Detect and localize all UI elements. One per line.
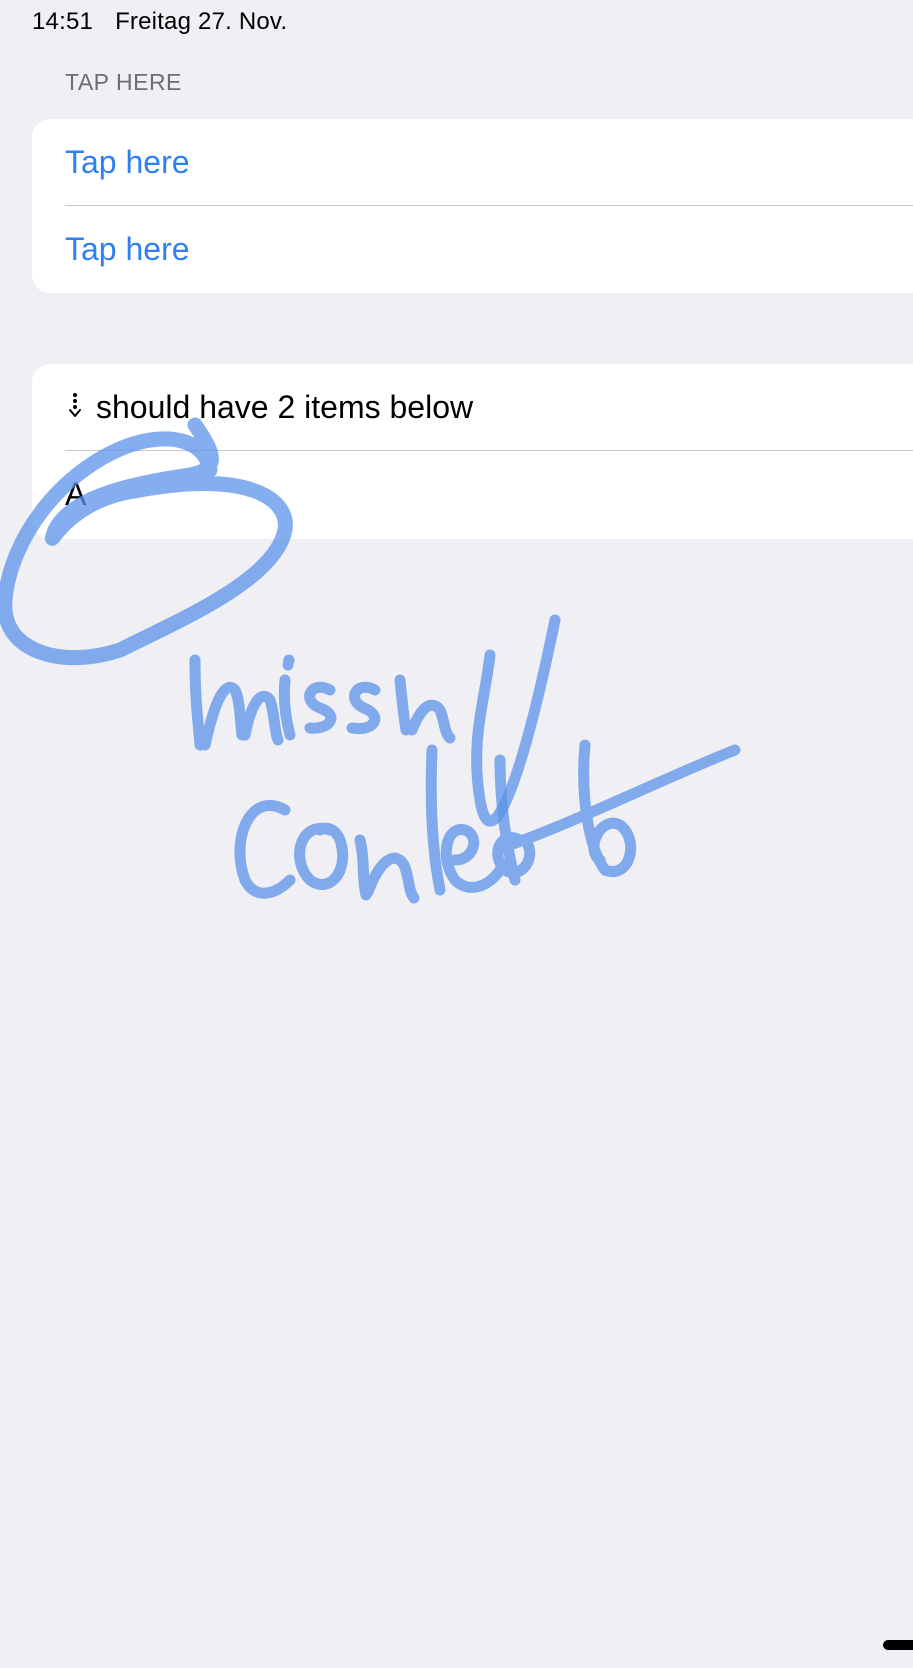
list-item-label: should have 2 items below — [96, 389, 474, 425]
tap-here-row[interactable]: Tap here — [32, 119, 913, 206]
status-time: 14:51 — [32, 8, 94, 35]
status-date: Freitag 27. Nov. — [115, 8, 288, 35]
home-indicator[interactable] — [883, 1640, 913, 1650]
screen: 14:51 Freitag 27. Nov. TAP HERE Tap here… — [0, 0, 913, 1668]
tap-here-group: Tap here Tap here — [32, 119, 913, 293]
tap-here-row[interactable]: Tap here — [32, 206, 913, 293]
status-bar: 14:51 Freitag 27. Nov. — [32, 8, 287, 36]
list-item: should have 2 items below — [32, 364, 913, 451]
tap-here-link[interactable]: Tap here — [65, 231, 190, 268]
list-item-label: A — [65, 476, 87, 512]
ink-word-missing — [189, 614, 561, 827]
items-group: should have 2 items below A — [32, 364, 913, 539]
ink-word-content — [234, 739, 741, 904]
section-header: TAP HERE — [65, 69, 182, 95]
arrow-down-dotted-icon — [65, 389, 85, 426]
tap-here-link[interactable]: Tap here — [65, 144, 190, 181]
list-item[interactable]: A — [32, 451, 913, 538]
